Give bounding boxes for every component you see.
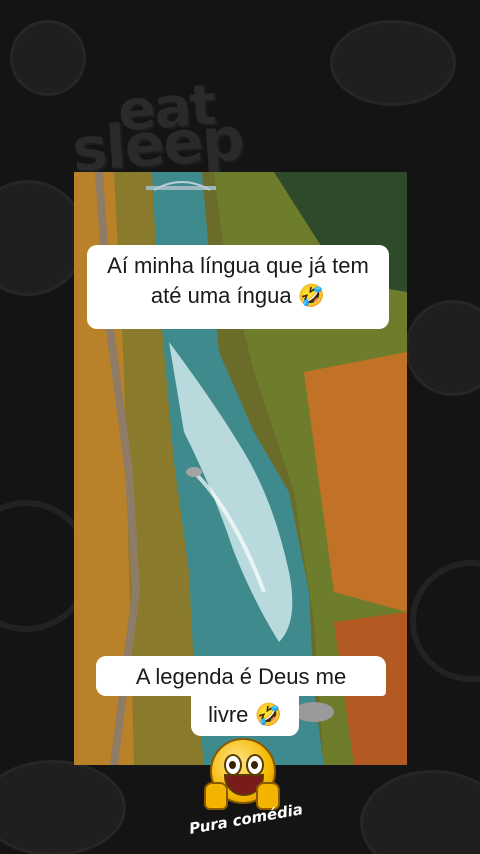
sticker-sleep: sleep [69, 104, 245, 186]
caption-top: Aí minha língua que já tem até uma íngua… [87, 245, 389, 329]
thumb-left-icon [204, 782, 228, 810]
caption-bottom-line1: A legenda é Deus me [96, 656, 386, 696]
caption-bottom-line2: livre 🤣 [191, 694, 299, 736]
brand-logo: Pura comédia [186, 736, 306, 846]
